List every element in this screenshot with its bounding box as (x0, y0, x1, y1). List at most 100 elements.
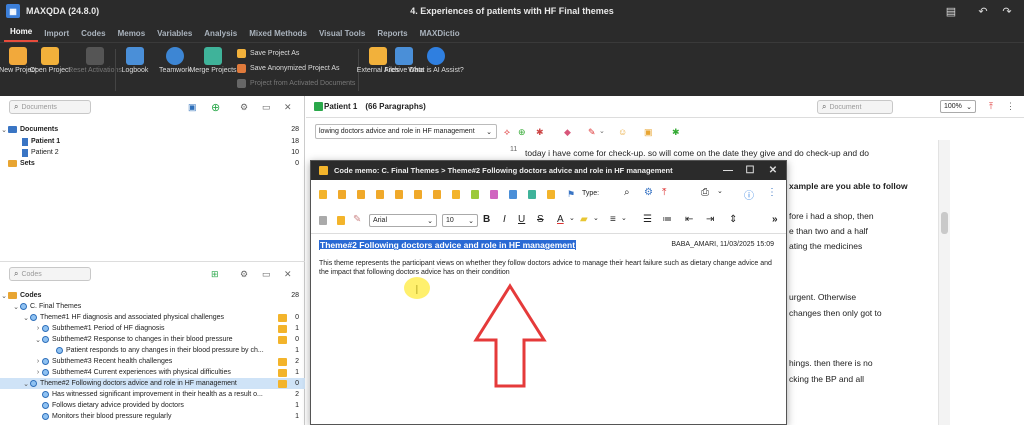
code-add-icon[interactable]: ⊕ (518, 127, 526, 138)
codes-search-input[interactable]: ⌕ Codes (9, 267, 91, 281)
symbol-icon[interactable]: ▣ (644, 127, 653, 138)
underline-icon[interactable]: U (518, 214, 525, 225)
zoom-select[interactable]: 100% ⌄ (940, 100, 976, 113)
tree-document-patient-2[interactable]: Patient 2 10 (0, 147, 305, 158)
search-icon[interactable]: ⌕ (624, 187, 630, 198)
window-icon[interactable]: ▭ (262, 102, 271, 113)
memo-icon[interactable] (278, 324, 287, 333)
save-anonymized-button[interactable]: Save Anonymized Project As (237, 64, 340, 73)
memo-icon[interactable] (278, 379, 287, 388)
memo-icon[interactable] (278, 357, 287, 366)
redo-icon[interactable]: ↷ (993, 0, 1021, 22)
tab-codes[interactable]: Codes (75, 22, 111, 42)
tab-variables[interactable]: Variables (151, 22, 198, 42)
code-remove-icon[interactable]: ✱ (536, 127, 544, 138)
pen-icon[interactable]: ✎ (588, 127, 596, 138)
minimize-icon[interactable]: — (717, 161, 739, 180)
emoticode-icon[interactable]: ☺ (618, 127, 627, 137)
teamwork-button[interactable]: Teamwork (158, 47, 192, 75)
add-icon[interactable]: ⊕ (211, 101, 220, 114)
memo-type-icon[interactable] (433, 190, 441, 199)
tab-reports[interactable]: Reports (371, 22, 413, 42)
new-document-icon[interactable]: ▣ (188, 102, 197, 113)
memo-type-icon[interactable] (357, 190, 365, 199)
memo-type-icon[interactable] (490, 190, 498, 199)
gear-icon[interactable]: ⚙ (240, 102, 248, 113)
toolbar-overflow-icon[interactable]: » (772, 214, 778, 225)
italic-icon[interactable]: I (503, 214, 506, 225)
chevron-down-icon[interactable]: ⌄ (599, 127, 605, 135)
bullet-list-icon[interactable]: ☰ (643, 214, 652, 225)
tree-code-row[interactable]: Monitors their blood pressure regularly … (0, 411, 305, 422)
project-from-activated-button[interactable]: Project from Activated Documents (237, 79, 355, 88)
code-with-selected-icon[interactable]: ⟡ (504, 127, 510, 138)
code-selector[interactable]: lowing doctors advice and role in HF man… (315, 124, 497, 139)
font-family-select[interactable]: Arial ⌄ (369, 214, 437, 227)
tree-code-row[interactable]: Follows dietary advice provided by docto… (0, 400, 305, 411)
document-search-input[interactable]: ⌕ Document (817, 100, 893, 114)
code-in-vivo-icon[interactable]: ✱ (672, 127, 680, 138)
memo-type-icon[interactable] (376, 190, 384, 199)
memo-type-icon[interactable] (547, 190, 555, 199)
close-pane-icon[interactable]: ✕ (284, 102, 292, 113)
paste-icon[interactable] (337, 216, 345, 225)
tree-code-row[interactable]: ⌄ C. Final Themes (0, 301, 305, 312)
merge-projects-button[interactable]: Merge Projects (189, 47, 237, 75)
chevron-down-icon[interactable]: ⌄ (569, 214, 575, 222)
memo-type-icon[interactable] (471, 190, 479, 199)
tree-sets[interactable]: Sets 0 (0, 158, 305, 169)
close-icon[interactable]: ✕ (762, 161, 784, 180)
tree-code-row[interactable]: › Subtheme#1 Period of HF diagnosis 1 (0, 323, 305, 334)
memo-type-icon[interactable] (509, 190, 517, 199)
memo-type-icon[interactable] (452, 190, 460, 199)
chevron-down-icon[interactable]: ⌄ (621, 214, 627, 222)
new-code-icon[interactable]: ⊞ (211, 269, 219, 280)
numbered-list-icon[interactable]: ≔ (662, 214, 672, 225)
documents-search-input[interactable]: ⌕ Documents (9, 100, 91, 114)
pane-divider[interactable] (0, 261, 305, 262)
tree-code-row[interactable]: › Subtheme#4 Current experiences with ph… (0, 367, 305, 378)
bold-icon[interactable]: B (483, 214, 490, 225)
tab-visual-tools[interactable]: Visual Tools (313, 22, 371, 42)
chevron-down-icon[interactable]: ⌄ (593, 214, 599, 222)
indent-icon[interactable]: ⇥ (706, 214, 714, 225)
line-spacing-icon[interactable]: ⇕ (729, 214, 737, 225)
tab-home[interactable]: Home (4, 22, 39, 42)
tab-analysis[interactable]: Analysis (198, 22, 243, 42)
memo-icon[interactable] (278, 313, 287, 322)
font-color-icon[interactable]: A (557, 214, 564, 225)
save-project-as-button[interactable]: Save Project As (237, 49, 299, 58)
tab-maxdictio[interactable]: MAXDictio (414, 22, 466, 42)
ai-assist-button[interactable]: What is AI Assist? (408, 47, 464, 75)
document-scrollbar[interactable] (938, 140, 950, 425)
highlight-icon[interactable]: ◆ (564, 127, 571, 138)
scrollbar-thumb[interactable] (941, 212, 948, 234)
memo-type-icon[interactable] (395, 190, 403, 199)
help-icon[interactable]: ⓘ (744, 187, 754, 202)
tree-code-row[interactable]: ⌄ Theme#1 HF diagnosis and associated ph… (0, 312, 305, 323)
tree-documents-root[interactable]: ⌄ Documents 28 (0, 124, 305, 135)
font-size-select[interactable]: 10 ⌄ (442, 214, 478, 227)
maximize-icon[interactable]: ☐ (739, 161, 761, 180)
more-icon[interactable]: ⋮ (1006, 101, 1015, 112)
print-icon[interactable]: ⎙ (701, 187, 709, 198)
outdent-icon[interactable]: ⇤ (685, 214, 693, 225)
window-icon[interactable]: ▭ (262, 269, 271, 280)
tree-code-row[interactable]: ⌄ Subtheme#2 Response to changes in thei… (0, 334, 305, 345)
memo-type-icon[interactable] (528, 190, 536, 199)
tree-code-row[interactable]: Has witnessed significant improvement in… (0, 389, 305, 400)
tab-import[interactable]: Import (38, 22, 75, 42)
tab-memos[interactable]: Memos (112, 22, 152, 42)
gear-icon[interactable]: ⚙ (240, 269, 248, 280)
memo-type-icon[interactable] (319, 190, 327, 199)
insert-icon[interactable] (319, 216, 327, 225)
reset-activations-button[interactable]: Reset Activations (68, 47, 122, 75)
tree-code-row[interactable]: › Subtheme#3 Recent health challenges 2 (0, 356, 305, 367)
strikethrough-icon[interactable]: S (537, 214, 544, 225)
align-icon[interactable]: ≡ (610, 214, 616, 225)
close-pane-icon[interactable]: ✕ (284, 269, 292, 280)
tab-mixed-methods[interactable]: Mixed Methods (243, 22, 313, 42)
logbook-button[interactable]: Logbook (118, 47, 152, 75)
tree-code-row-selected[interactable]: ⌄ Theme#2 Following doctors advice and r… (0, 378, 305, 389)
calculator-icon[interactable]: ▤ (937, 0, 965, 22)
